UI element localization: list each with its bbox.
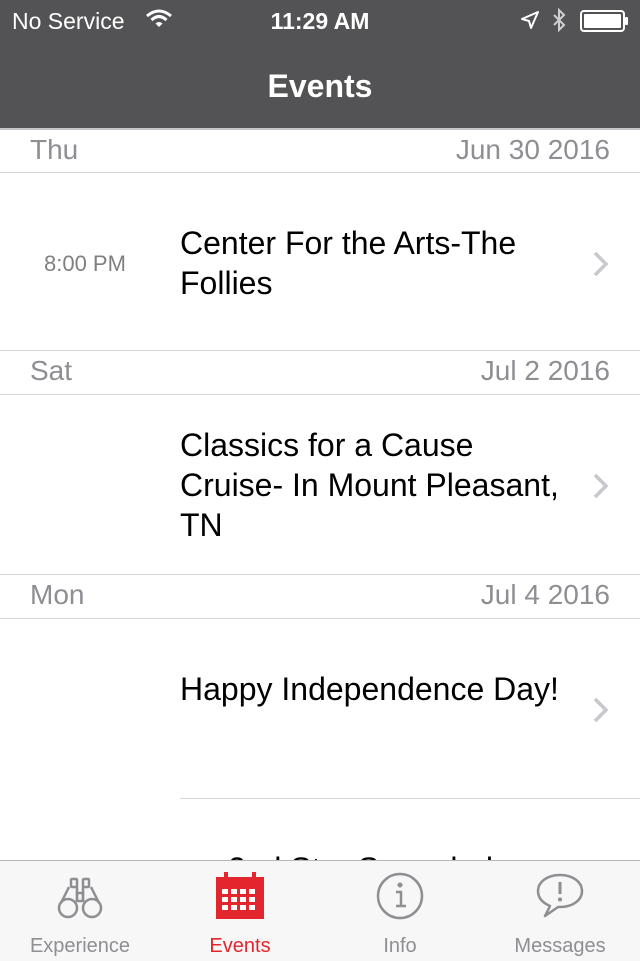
tab-events[interactable]: Events	[160, 861, 320, 961]
chevron-right-icon	[593, 697, 609, 723]
section-date: Jul 2 2016	[480, 355, 610, 386]
clock: 11:29 AM	[270, 8, 370, 34]
events-list[interactable]: Thu Jun 30 2016 8:00 PM Center For the A…	[0, 128, 640, 860]
tab-experience[interactable]: Experience	[0, 861, 160, 961]
bluetooth-icon	[553, 8, 566, 32]
chevron-right-icon	[593, 251, 609, 277]
section-header: Thu Jun 30 2016	[0, 128, 640, 173]
section-day: Mon	[30, 579, 85, 610]
event-row[interactable]: 2nd Star Spangled	[0, 799, 640, 860]
section-day: Sat	[30, 355, 73, 386]
tab-label: Messages	[514, 935, 606, 957]
event-row[interactable]: Happy Independence Day!	[0, 619, 640, 799]
location-arrow-icon	[521, 11, 539, 29]
event-row[interactable]: Classics for a Cause Cruise- In Mount Pl…	[0, 395, 640, 574]
section-day: Thu	[30, 134, 79, 165]
binoculars-icon	[57, 877, 103, 919]
event-title: Center For the Arts-The Follies	[180, 225, 517, 301]
tab-info[interactable]: Info	[320, 861, 480, 961]
event-row[interactable]: 8:00 PM Center For the Arts-The Follies	[0, 173, 640, 350]
page-title: Events	[267, 68, 373, 104]
battery-icon	[580, 10, 628, 32]
event-title: 2nd Star Spangled	[228, 849, 608, 860]
tab-label: Events	[209, 935, 271, 957]
event-title: Happy Independence Day!	[180, 671, 559, 707]
section-header: Mon Jul 4 2016	[0, 574, 640, 619]
section-date: Jun 30 2016	[455, 134, 610, 165]
section-header: Sat Jul 2 2016	[0, 350, 640, 395]
chat-bubble-icon	[536, 873, 584, 918]
calendar-icon	[216, 872, 264, 919]
event-title: Classics for a Cause Cruise- In Mount Pl…	[180, 427, 559, 543]
event-time: 8:00 PM	[44, 251, 126, 276]
tab-messages[interactable]: Messages	[480, 861, 640, 961]
header: No Service 11:29 AM Events	[0, 0, 640, 128]
tab-label: Info	[383, 935, 417, 957]
tab-label: Experience	[29, 935, 131, 957]
status-bar: No Service 11:29 AM	[0, 0, 640, 40]
section-date: Jul 4 2016	[480, 579, 610, 610]
tab-bar: Experience Events Info Messages	[0, 860, 640, 961]
info-icon	[376, 872, 424, 920]
chevron-right-icon	[593, 473, 609, 499]
